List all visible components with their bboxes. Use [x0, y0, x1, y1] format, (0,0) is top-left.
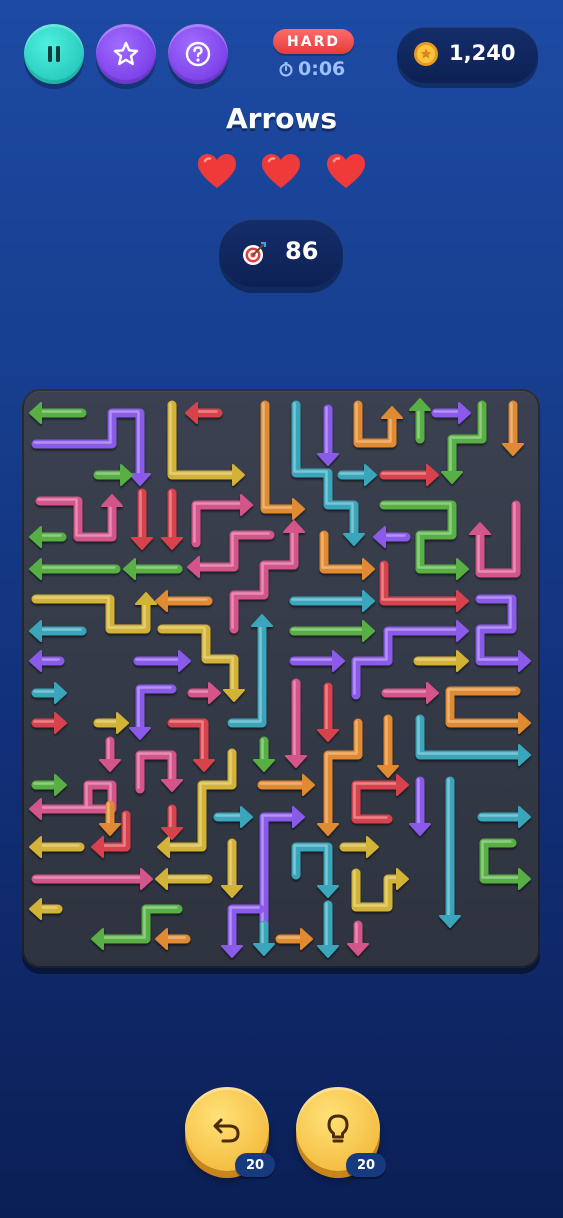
arrow-piece[interactable] — [479, 838, 531, 890]
lightbulb-icon — [327, 1114, 349, 1143]
target-icon — [243, 242, 266, 265]
arrow-piece[interactable] — [319, 530, 375, 580]
arrow-piece[interactable] — [155, 590, 213, 612]
arrow-piece[interactable] — [161, 804, 183, 840]
arrow-piece[interactable] — [221, 838, 243, 898]
question-icon — [185, 41, 211, 67]
arrow-piece[interactable] — [155, 928, 191, 950]
arrow-piece[interactable] — [29, 836, 85, 858]
game-board[interactable] — [22, 389, 540, 968]
difficulty-label: HARD — [287, 33, 340, 50]
arrow-piece[interactable] — [123, 558, 183, 580]
arrow-piece[interactable] — [253, 736, 275, 772]
arrow-piece[interactable] — [377, 714, 399, 778]
arrow-piece[interactable] — [275, 928, 313, 950]
arrow-piece[interactable] — [469, 500, 521, 578]
arrow-piece[interactable] — [155, 868, 213, 890]
arrow-piece[interactable] — [413, 650, 469, 672]
arrow-piece[interactable] — [317, 682, 339, 742]
arrow-piece[interactable] — [93, 464, 133, 486]
arrow-piece[interactable] — [379, 464, 439, 486]
coin-value: 1,240 — [449, 41, 516, 65]
arrow-piece[interactable] — [347, 920, 369, 956]
arrow-piece[interactable] — [475, 594, 531, 672]
arrow-piece[interactable] — [253, 920, 275, 956]
arrow-piece[interactable] — [289, 650, 345, 672]
arrow-piece[interactable] — [167, 718, 215, 772]
difficulty-badge: HARD — [273, 29, 354, 54]
stopwatch-icon — [279, 62, 293, 77]
heart-icon — [262, 154, 300, 188]
arrow-piece[interactable] — [257, 774, 315, 796]
arrow-piece[interactable] — [291, 842, 339, 898]
arrow-piece[interactable] — [289, 620, 375, 642]
arrow-piece[interactable] — [31, 868, 153, 890]
arrow-piece[interactable] — [477, 806, 531, 828]
coin-balance[interactable]: 1,240 — [397, 27, 538, 83]
arrow-piece[interactable] — [161, 488, 183, 550]
undo-icon — [213, 1118, 240, 1143]
arrow-piece[interactable] — [29, 558, 121, 580]
hint-count-badge: 20 — [346, 1153, 386, 1177]
hint-count: 20 — [356, 1157, 376, 1173]
help-button[interactable] — [168, 24, 228, 84]
arrow-piece[interactable] — [99, 736, 121, 772]
timer: 0:06 — [278, 57, 345, 81]
arrow-piece[interactable] — [289, 590, 375, 612]
arrow-piece[interactable] — [29, 526, 67, 548]
arrow-piece[interactable] — [29, 620, 87, 642]
arrow-piece[interactable] — [439, 776, 461, 928]
arrow-piece[interactable] — [409, 398, 431, 444]
favorite-button[interactable] — [96, 24, 156, 84]
undo-count-badge: 20 — [235, 1153, 275, 1177]
arrow-piece[interactable] — [133, 650, 191, 672]
arrow-piece[interactable] — [339, 836, 379, 858]
heart-icon — [327, 154, 365, 188]
arrow-piece[interactable] — [31, 408, 151, 486]
moves-counter: 86 — [219, 219, 343, 287]
heart-icon — [198, 154, 236, 188]
arrow-piece[interactable] — [445, 686, 531, 734]
arrow-piece[interactable] — [221, 904, 265, 958]
arrow-piece[interactable] — [351, 774, 409, 824]
arrow-piece[interactable] — [185, 402, 223, 424]
arrow-piece[interactable] — [317, 404, 339, 466]
lives-indicator — [0, 152, 563, 192]
arrow-piece[interactable] — [351, 868, 409, 912]
hint-button[interactable]: 20 — [296, 1087, 386, 1177]
arrow-piece[interactable] — [337, 464, 377, 486]
arrow-piece[interactable] — [35, 494, 123, 542]
arrow-piece[interactable] — [93, 712, 129, 734]
arrow-piece[interactable] — [409, 776, 431, 836]
coin-icon — [414, 42, 438, 66]
arrow-piece[interactable] — [353, 400, 403, 448]
arrow-piece[interactable] — [29, 898, 63, 920]
arrow-piece[interactable] — [29, 402, 87, 424]
arrow-piece[interactable] — [373, 526, 411, 548]
arrow-piece[interactable] — [187, 682, 221, 704]
arrow-piece[interactable] — [31, 592, 157, 634]
arrow-piece[interactable] — [431, 402, 471, 424]
arrow-piece[interactable] — [317, 900, 339, 958]
arrow-piece[interactable] — [129, 684, 177, 740]
arrow-piece[interactable] — [135, 750, 183, 794]
timer-value: 0:06 — [298, 58, 346, 80]
arrow-piece[interactable] — [31, 682, 67, 704]
undo-button[interactable]: 20 — [185, 1087, 275, 1177]
undo-count: 20 — [245, 1157, 265, 1173]
arrow-piece[interactable] — [213, 806, 253, 828]
arrow-piece[interactable] — [29, 650, 65, 672]
moves-value: 86 — [285, 237, 319, 265]
star-icon — [113, 41, 139, 66]
arrow-grid[interactable] — [22, 389, 540, 968]
pause-icon — [48, 46, 60, 62]
pause-button[interactable] — [24, 24, 84, 84]
arrow-piece[interactable] — [285, 678, 307, 768]
arrow-piece[interactable] — [131, 488, 153, 550]
arrow-piece[interactable] — [31, 774, 67, 796]
arrow-piece[interactable] — [31, 712, 67, 734]
arrow-piece[interactable] — [381, 682, 439, 704]
level-title: Arrows — [225, 102, 338, 135]
arrow-piece[interactable] — [502, 400, 524, 456]
